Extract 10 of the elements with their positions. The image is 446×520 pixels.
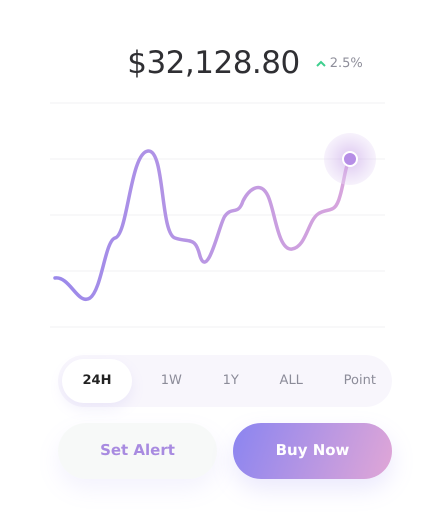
set-alert-button[interactable]: Set Alert: [58, 422, 217, 478]
range-tab[interactable]: 1Y: [210, 358, 251, 402]
change-percent: 2.5%: [330, 54, 363, 72]
highlight-point-icon: [324, 132, 376, 184]
range-tab[interactable]: 24H: [62, 358, 132, 402]
range-tab[interactable]: Point: [332, 358, 388, 402]
range-tab[interactable]: ALL: [268, 358, 315, 402]
buy-now-button[interactable]: Buy Now: [233, 422, 392, 478]
price-value: $32,128.80: [127, 44, 300, 83]
range-tab[interactable]: 1W: [148, 358, 194, 402]
